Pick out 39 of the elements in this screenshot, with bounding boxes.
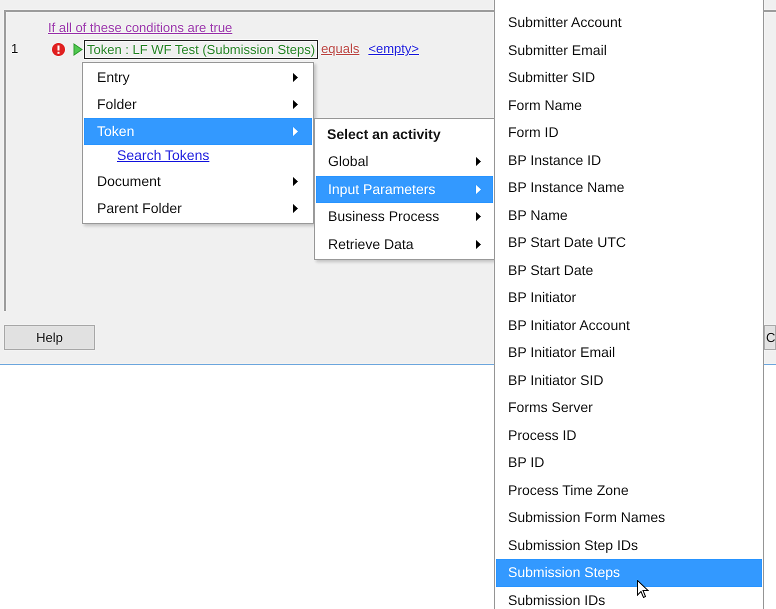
menu-item[interactable]: BP Name <box>496 202 762 229</box>
row-number: 1 <box>10 40 20 58</box>
menu-item[interactable]: BP Initiator <box>496 284 762 312</box>
menu-item[interactable]: BP ID <box>496 449 762 476</box>
menu-item[interactable]: Submission Form Names <box>496 504 762 532</box>
menu-header: Select an activity <box>326 125 442 144</box>
value-link[interactable]: <empty> <box>368 39 419 59</box>
menu-item[interactable]: Process Time Zone <box>496 476 762 504</box>
cancel-button[interactable]: C <box>764 325 776 350</box>
token-field[interactable]: Token : LF WF Test (Submission Steps) <box>84 40 318 58</box>
menu-item[interactable]: Parent Folder <box>84 195 312 222</box>
operator-link[interactable]: equals <box>321 39 360 59</box>
menu-item[interactable]: Submission IDs <box>496 586 762 609</box>
mouse-pointer-icon <box>637 580 649 599</box>
menu-item[interactable]: Document <box>84 168 312 195</box>
menu-item[interactable]: Submitter Account <box>496 9 762 36</box>
menu-item[interactable]: Submitter SID <box>496 64 762 92</box>
menu-item[interactable]: Entry <box>84 64 312 91</box>
menu-item[interactable]: BP Initiator Account <box>496 312 762 339</box>
help-button[interactable]: Help <box>4 325 95 350</box>
menu-item[interactable]: Forms Server <box>496 394 762 422</box>
menu-item[interactable]: BP Initiator Email <box>496 339 762 366</box>
menu-item[interactable]: BP Instance Name <box>496 174 762 202</box>
menu-item[interactable]: Retrieve Data <box>316 230 493 258</box>
menu-item[interactable]: Business Process <box>316 203 493 230</box>
menu-item[interactable]: Global <box>316 148 493 176</box>
menu-item[interactable]: BP Start Date UTC <box>496 229 762 256</box>
menu-item[interactable]: BP Instance ID <box>496 146 762 174</box>
menu-item[interactable]: BP Start Date <box>496 256 762 284</box>
menu-item[interactable]: BP Initiator SID <box>496 366 762 394</box>
menu-item[interactable]: Form ID <box>496 119 762 146</box>
play-icon[interactable] <box>73 42 83 56</box>
menu-item[interactable]: Folder <box>84 91 312 118</box>
menu-item[interactable]: Form Name <box>496 92 762 119</box>
search-link[interactable]: Search Tokens <box>117 145 210 168</box>
conditions-link[interactable]: If all of these conditions are true <box>48 20 232 36</box>
menu-item[interactable]: Submitter Email <box>496 36 762 64</box>
menu-item[interactable]: Process ID <box>496 422 762 449</box>
menu-item[interactable]: Submission Step IDs <box>496 532 762 559</box>
